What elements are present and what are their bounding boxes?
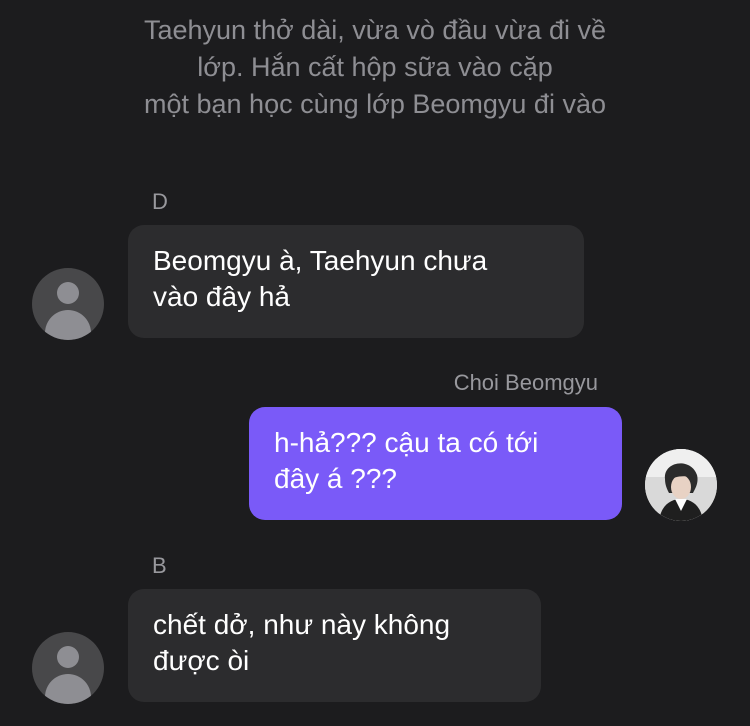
narration-line: Taehyun thở dài, vừa vò đầu vừa đi về xyxy=(143,15,607,45)
message-text-line: đây á ??? xyxy=(274,463,397,494)
message-text-line: được òi xyxy=(153,645,250,676)
default-user-icon[interactable] xyxy=(32,632,104,704)
message-text-line: vào đây hả xyxy=(153,281,290,312)
sender-name: B xyxy=(152,553,167,578)
sender-name: D xyxy=(152,189,168,214)
sender-name: Choi Beomgyu xyxy=(453,370,598,395)
message-text-line: chết dở, như này không xyxy=(153,609,451,640)
narration-line: lớp. Hắn cất hộp sữa vào cặp xyxy=(197,52,553,82)
narration-line: một bạn học cùng lớp Beomgyu đi vào xyxy=(144,89,606,119)
profile-photo[interactable] xyxy=(645,449,717,521)
message-bubble[interactable]: chết dở, như này không được òi xyxy=(128,589,541,702)
message-bubble[interactable]: h-hả??? cậu ta có tới đây á ??? xyxy=(249,407,622,520)
message-text-line: Beomgyu à, Taehyun chưa xyxy=(153,245,488,276)
message-text-line: h-hả??? cậu ta có tới xyxy=(274,427,539,458)
narration-text: Taehyun thở dài, vừa vò đầu vừa đi về lớ… xyxy=(60,12,690,123)
message-bubble[interactable]: Beomgyu à, Taehyun chưa vào đây hả xyxy=(128,225,584,338)
default-user-icon[interactable] xyxy=(32,268,104,340)
